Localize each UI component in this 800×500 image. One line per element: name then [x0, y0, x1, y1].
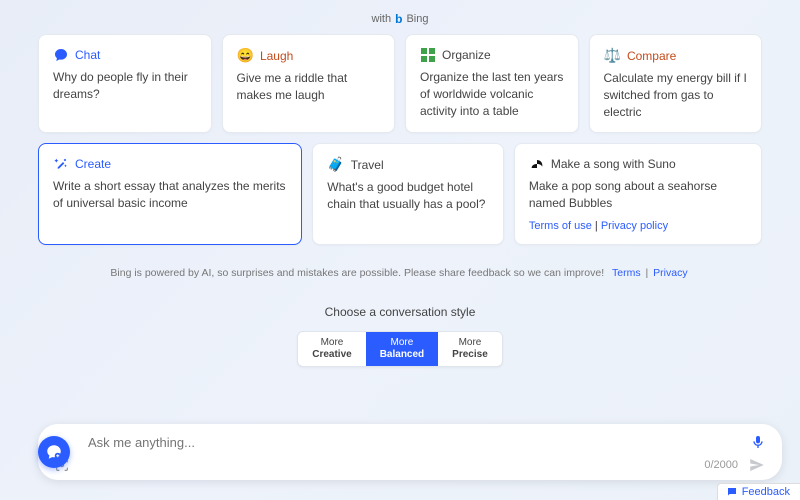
terms-link[interactable]: Terms — [612, 267, 641, 279]
card-title: Create — [75, 157, 111, 171]
card-title: Chat — [75, 48, 100, 62]
mic-icon[interactable] — [750, 434, 766, 450]
organize-icon — [420, 47, 436, 63]
card-compare[interactable]: ⚖️ Compare Calculate my energy bill if I… — [589, 34, 763, 133]
card-body: What's a good budget hotel chain that us… — [327, 179, 489, 213]
card-suno[interactable]: Make a song with Suno Make a pop song ab… — [514, 143, 762, 245]
chat-orb[interactable] — [38, 436, 70, 468]
style-line1: More — [380, 337, 424, 349]
style-toggle: More Creative More Balanced More Precise — [297, 331, 503, 367]
style-line1: More — [312, 337, 351, 349]
bing-icon: b — [395, 12, 402, 26]
suno-links: Terms of use | Privacy policy — [529, 220, 747, 232]
travel-icon: 🧳 — [327, 156, 344, 173]
create-icon — [53, 156, 69, 172]
privacy-link[interactable]: Privacy — [653, 267, 687, 279]
disclaimer-text: Bing is powered by AI, so surprises and … — [110, 267, 604, 279]
card-header: 😄 Laugh — [237, 47, 381, 64]
style-label: Choose a conversation style — [0, 305, 800, 319]
style-precise[interactable]: More Precise — [438, 332, 502, 366]
card-body: Write a short essay that analyzes the me… — [53, 178, 287, 212]
card-title: Travel — [351, 158, 384, 172]
with-text: with — [372, 13, 392, 25]
send-icon[interactable] — [748, 456, 766, 474]
header: with b Bing — [0, 0, 800, 34]
style-line2: Precise — [452, 349, 488, 361]
card-body: Why do people fly in their dreams? — [53, 69, 197, 103]
chat-input[interactable] — [54, 435, 742, 450]
card-header: Create — [53, 156, 287, 172]
style-line2: Creative — [312, 349, 351, 361]
card-title: Compare — [627, 49, 676, 63]
input-row — [54, 434, 766, 450]
send-group: 0/2000 — [704, 456, 766, 474]
card-body: Calculate my energy bill if I switched f… — [604, 70, 748, 120]
input-meta: 0/2000 — [54, 456, 766, 474]
card-title: Organize — [442, 48, 491, 62]
input-bar: 0/2000 — [38, 424, 782, 480]
card-body: Make a pop song about a seahorse named B… — [529, 178, 747, 212]
suno-privacy-link[interactable]: Privacy policy — [601, 220, 668, 232]
card-header: Chat — [53, 47, 197, 63]
card-title: Laugh — [260, 49, 293, 63]
feedback-label: Feedback — [742, 486, 790, 498]
card-travel[interactable]: 🧳 Travel What's a good budget hotel chai… — [312, 143, 504, 245]
suno-icon — [529, 156, 545, 172]
cards-row-1: Chat Why do people fly in their dreams? … — [0, 34, 800, 133]
card-chat[interactable]: Chat Why do people fly in their dreams? — [38, 34, 212, 133]
style-balanced[interactable]: More Balanced — [366, 332, 438, 366]
style-line2: Balanced — [380, 349, 424, 361]
laugh-icon: 😄 — [237, 47, 254, 64]
feedback-icon — [726, 486, 738, 498]
card-body: Organize the last ten years of worldwide… — [420, 69, 564, 119]
feedback-button[interactable]: Feedback — [717, 483, 800, 500]
card-title: Make a song with Suno — [551, 157, 676, 171]
brand-logo: with b Bing — [372, 12, 429, 26]
card-organize[interactable]: Organize Organize the last ten years of … — [405, 34, 579, 133]
style-line1: More — [452, 337, 488, 349]
card-header: Organize — [420, 47, 564, 63]
disclaimer: Bing is powered by AI, so surprises and … — [0, 267, 800, 279]
compare-icon: ⚖️ — [604, 47, 621, 64]
card-header: Make a song with Suno — [529, 156, 747, 172]
suno-terms-link[interactable]: Terms of use — [529, 220, 592, 232]
chat-icon — [53, 47, 69, 63]
brand-name: Bing — [406, 13, 428, 25]
card-header: 🧳 Travel — [327, 156, 489, 173]
style-creative[interactable]: More Creative — [298, 332, 365, 366]
cards-row-2: Create Write a short essay that analyzes… — [0, 143, 800, 245]
card-header: ⚖️ Compare — [604, 47, 748, 64]
char-counter: 0/2000 — [704, 459, 738, 471]
card-laugh[interactable]: 😄 Laugh Give me a riddle that makes me l… — [222, 34, 396, 133]
card-body: Give me a riddle that makes me laugh — [237, 70, 381, 104]
style-section: Choose a conversation style More Creativ… — [0, 305, 800, 367]
card-create[interactable]: Create Write a short essay that analyzes… — [38, 143, 302, 245]
